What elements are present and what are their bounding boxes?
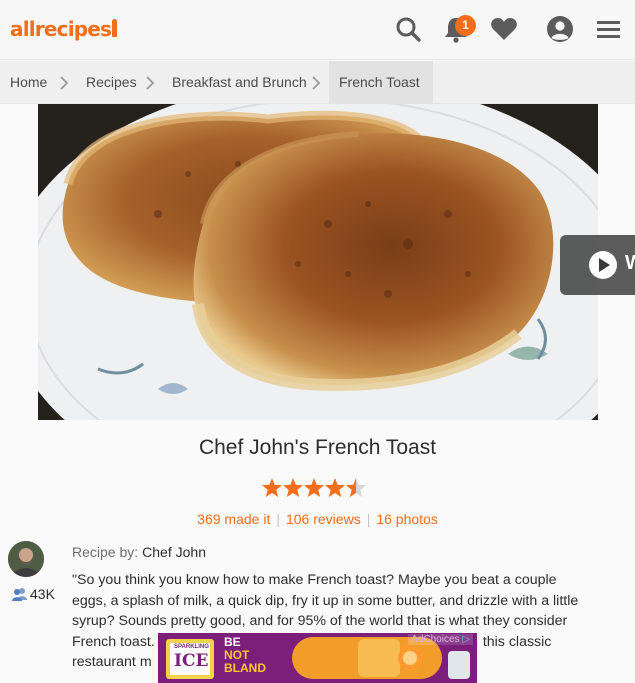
made-it-link[interactable]: 369 made it bbox=[197, 511, 270, 527]
french-toast-illustration bbox=[38, 104, 598, 420]
video-button-label: W bbox=[625, 252, 635, 274]
ad-slogan: BE NOT BLAND bbox=[224, 635, 266, 675]
ad-brand: ICE bbox=[174, 651, 209, 671]
recipe-stats: 369 made it | 106 reviews | 16 photos bbox=[197, 511, 438, 527]
recipe-by-label: Recipe by: bbox=[72, 544, 139, 560]
menu-icon[interactable] bbox=[594, 14, 624, 44]
ad-brand-small: SPARKLING bbox=[174, 644, 209, 650]
reviews-link[interactable]: 106 reviews bbox=[286, 511, 361, 527]
star-icon bbox=[262, 478, 282, 497]
star-icon bbox=[283, 478, 303, 497]
photos-link[interactable]: 16 photos bbox=[376, 511, 438, 527]
author-name-link[interactable]: Chef John bbox=[142, 544, 206, 560]
half-star-icon bbox=[346, 478, 366, 497]
breadcrumb-breakfast-and-brunch[interactable]: Breakfast and Brunch bbox=[172, 61, 307, 104]
play-icon bbox=[599, 258, 610, 272]
allrecipes-logo[interactable]: allrecipes bbox=[10, 17, 118, 41]
breadcrumb-home[interactable]: Home bbox=[10, 61, 47, 104]
followers-count[interactable]: 43K bbox=[12, 586, 55, 602]
heart-icon[interactable] bbox=[489, 14, 519, 44]
author-avatar[interactable] bbox=[8, 541, 44, 577]
followers-icon bbox=[12, 588, 27, 601]
breadcrumb-french-toast[interactable]: French Toast bbox=[329, 61, 433, 104]
search-icon[interactable] bbox=[393, 14, 423, 44]
ad-choices-link[interactable]: AdChoices ▷ bbox=[408, 634, 473, 645]
star-icon bbox=[304, 478, 324, 497]
top-nav-bar: allrecipes 1 bbox=[0, 0, 635, 60]
play-video-button[interactable]: W bbox=[560, 235, 635, 295]
star-rating[interactable] bbox=[261, 477, 371, 499]
ad-banner[interactable]: SPARKLING ICE BE NOT BLAND AdChoices ▷ bbox=[158, 633, 477, 683]
recipe-title: Chef John's French Toast bbox=[198, 436, 437, 459]
chevron-right-icon bbox=[146, 76, 155, 90]
notification-badge: 1 bbox=[455, 15, 476, 36]
star-icon bbox=[325, 478, 345, 497]
profile-icon[interactable] bbox=[545, 14, 575, 44]
ad-choices-icon: ▷ bbox=[462, 634, 470, 645]
spoon-icon bbox=[112, 19, 118, 37]
breadcrumb: Home Recipes Breakfast and Brunch French… bbox=[0, 61, 635, 104]
chevron-right-icon bbox=[60, 76, 69, 90]
recipe-photo[interactable] bbox=[38, 104, 598, 420]
breadcrumb-recipes[interactable]: Recipes bbox=[86, 61, 137, 104]
chevron-right-icon bbox=[312, 76, 321, 90]
recipe-byline: Recipe by: Chef John bbox=[72, 544, 206, 560]
